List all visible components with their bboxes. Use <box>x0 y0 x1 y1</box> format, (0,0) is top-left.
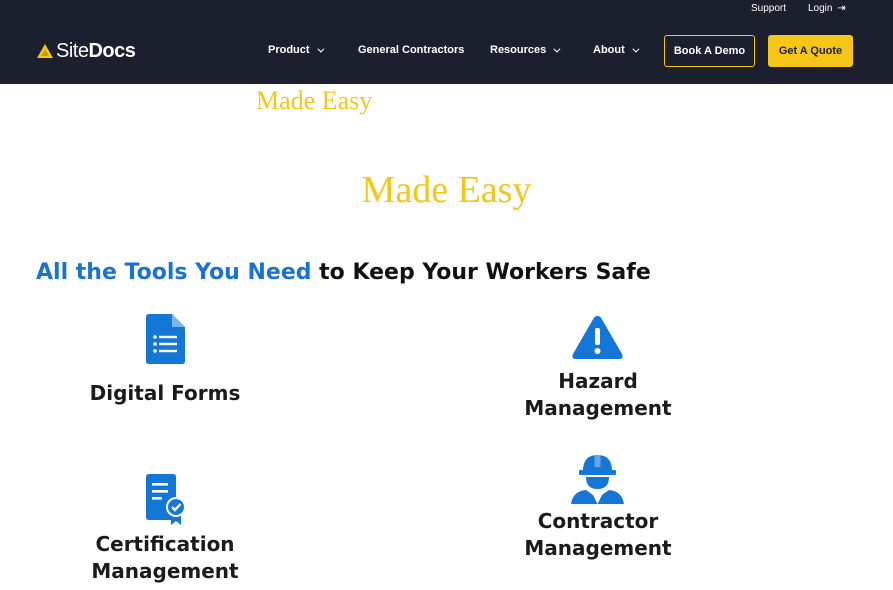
nav-product-label: Product <box>268 44 310 56</box>
nav-general-contractors-label: General Contractors <box>358 44 465 56</box>
support-link[interactable]: Support <box>751 3 786 14</box>
chevron-down-icon <box>553 45 561 53</box>
login-link[interactable]: Login ⇥ <box>808 3 846 14</box>
nav-product[interactable]: Product <box>268 44 325 56</box>
warning-triangle-icon <box>572 316 623 359</box>
chevron-down-icon <box>632 45 640 53</box>
nav-general-contractors[interactable]: General Contractors <box>358 44 464 56</box>
nav-about-label: About <box>593 44 625 56</box>
feature-contractor-management-label: Contractor Management <box>524 509 672 560</box>
nav-about[interactable]: About <box>593 44 640 56</box>
hard-hat-worker-icon <box>571 455 624 504</box>
feature-digital-forms-label: Digital Forms <box>89 381 241 405</box>
section-title-rest: to Keep Your Workers Safe <box>319 260 651 285</box>
chevron-down-icon <box>316 45 325 53</box>
get-quote-button[interactable]: Get A Quote <box>768 35 853 67</box>
login-label: Login <box>808 3 833 14</box>
feature-certification-management-label: Certification Management <box>91 532 239 583</box>
tagline-small: Made Easy <box>256 86 373 115</box>
book-demo-button[interactable]: Book A Demo <box>664 35 755 67</box>
logo-triangle-icon <box>37 44 53 58</box>
sitedocs-logo[interactable]: SiteDocs <box>36 38 136 64</box>
certificate-icon <box>146 474 186 525</box>
section-title-accent: All the Tools You Need <box>36 260 312 285</box>
logo-text: SiteDocs <box>56 39 136 62</box>
document-list-icon <box>146 314 185 364</box>
section-title: All the Tools You Need to Keep Your Work… <box>36 260 651 285</box>
nav-resources-label: Resources <box>490 44 547 56</box>
nav-resources[interactable]: Resources <box>490 44 561 56</box>
login-icon: ⇥ <box>834 3 846 14</box>
feature-hazard-management-label: Hazard Management <box>524 369 672 420</box>
site-header: Support Login ⇥ SiteDocs Product General… <box>0 0 893 84</box>
tagline-large: Made Easy <box>361 169 532 211</box>
